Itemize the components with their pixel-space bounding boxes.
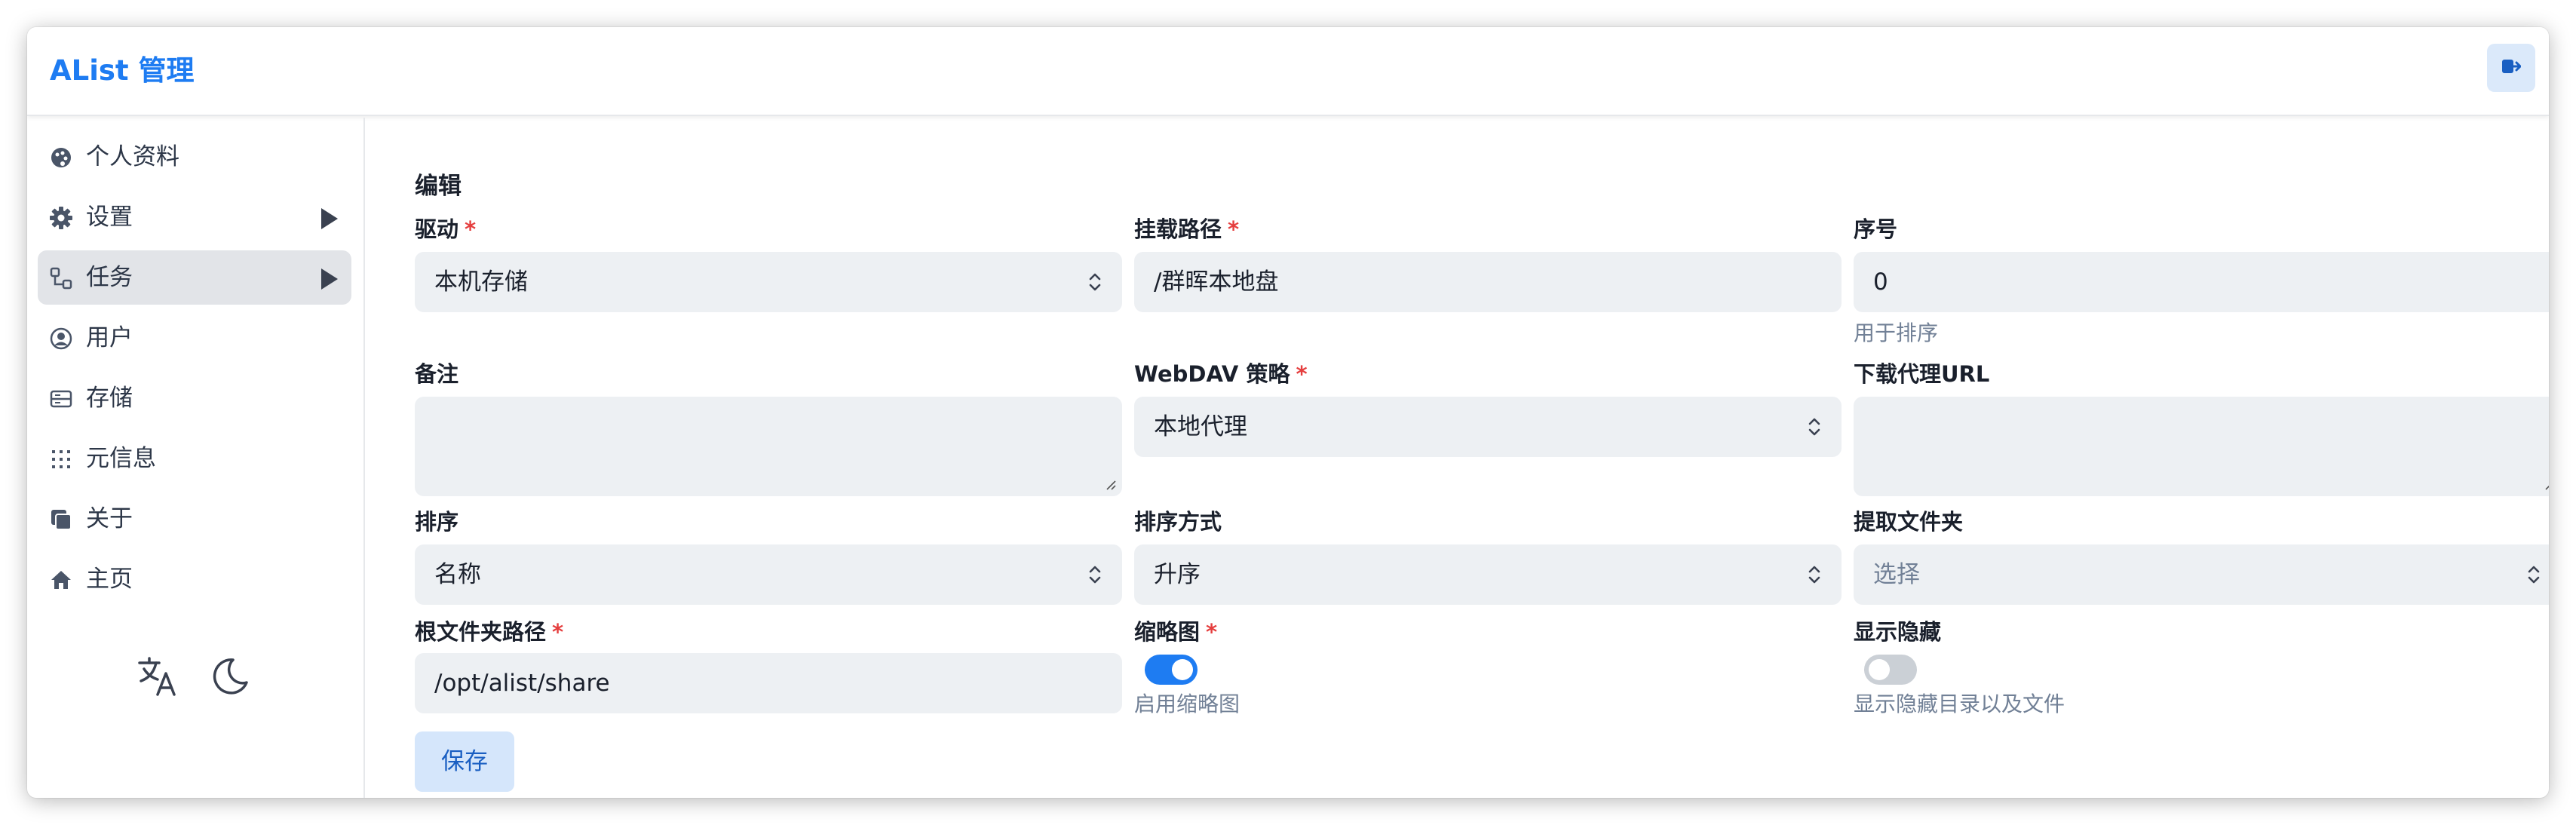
mount-path-input[interactable]: /群晖本地盘 — [1134, 252, 1842, 312]
app-title[interactable]: AList 管理 — [50, 50, 195, 92]
expand-arrow-icon — [321, 268, 338, 290]
translate-icon[interactable] — [134, 653, 181, 700]
sidebar-tools — [27, 653, 365, 706]
root-folder-path-label: 根文件夹路径 * — [415, 619, 564, 645]
remark-textarea[interactable] — [415, 397, 1122, 496]
toggle-knob — [1172, 659, 1193, 680]
sidebar-item-label: 主页 — [86, 566, 133, 593]
logout-icon — [2501, 58, 2522, 78]
thumbnail-help: 启用缩略图 — [1134, 692, 1240, 716]
download-proxy-url-label: 下载代理URL — [1854, 361, 1990, 387]
storage-icon — [50, 388, 72, 410]
driver-label: 驱动 * — [415, 216, 477, 242]
order-help: 用于排序 — [1854, 320, 1939, 345]
app-window: AList 管理 个人资料 设置 任务 用户 存储 元信息 关于 主页 编辑 驱… — [27, 27, 2549, 798]
download-proxy-url-textarea[interactable] — [1854, 397, 2549, 496]
user-icon — [50, 327, 72, 350]
select-arrows-icon — [1808, 566, 1820, 584]
order-label: 序号 — [1854, 216, 1898, 242]
sidebar-item-settings[interactable]: 设置 — [38, 190, 351, 244]
mount-path-label: 挂载路径 * — [1134, 216, 1240, 242]
webdav-policy-label: WebDAV 策略 * — [1134, 361, 1308, 387]
logout-button[interactable] — [2487, 44, 2535, 92]
show-hidden-toggle[interactable] — [1864, 655, 1917, 685]
order-input[interactable]: 0 — [1854, 252, 2549, 312]
show-hidden-help: 显示隐藏目录以及文件 — [1854, 692, 2065, 716]
thumbnail-toggle[interactable] — [1145, 655, 1198, 685]
toggle-knob — [1869, 659, 1890, 680]
sidebar-item-label: 关于 — [86, 505, 133, 532]
meta-icon — [50, 448, 72, 471]
order-direction-label: 排序方式 — [1134, 509, 1222, 535]
webdav-policy-select[interactable]: 本地代理 — [1134, 397, 1842, 457]
extract-folder-label: 提取文件夹 — [1854, 509, 1964, 535]
sidebar: 个人资料 设置 任务 用户 存储 元信息 关于 主页 — [27, 118, 365, 798]
sidebar-item-profile[interactable]: 个人资料 — [38, 130, 351, 184]
tasks-icon — [50, 267, 72, 290]
sidebar-item-home[interactable]: 主页 — [38, 552, 351, 606]
driver-select[interactable]: 本机存储 — [415, 252, 1122, 312]
about-icon — [50, 508, 72, 531]
select-arrows-icon — [1089, 273, 1101, 291]
root-folder-path-input[interactable]: /opt/alist/share — [415, 653, 1122, 713]
select-arrows-icon — [2528, 566, 2540, 584]
sidebar-item-meta[interactable]: 元信息 — [38, 431, 351, 486]
gear-icon — [50, 207, 72, 229]
select-arrows-icon — [1089, 566, 1101, 584]
sidebar-item-label: 存储 — [86, 385, 133, 412]
thumbnail-label: 缩略图 * — [1134, 619, 1218, 645]
show-hidden-label: 显示隐藏 — [1854, 619, 1942, 645]
dark-mode-icon[interactable] — [207, 653, 253, 700]
expand-arrow-icon — [321, 208, 338, 229]
form-title: 编辑 — [415, 173, 462, 200]
resize-grip-icon[interactable] — [2544, 480, 2549, 490]
home-icon — [50, 569, 72, 591]
sidebar-item-label: 任务 — [86, 264, 133, 291]
order-by-label: 排序 — [415, 509, 459, 535]
extract-folder-select[interactable]: 选择 — [1854, 544, 2549, 605]
sidebar-item-storage[interactable]: 存储 — [38, 371, 351, 425]
edit-form: 编辑 驱动 * 本机存储 挂载路径 * /群晖本地盘 序号 0 用于排序 备注 We… — [366, 118, 2549, 798]
remark-label: 备注 — [415, 361, 459, 387]
sidebar-item-users[interactable]: 用户 — [38, 311, 351, 365]
save-button[interactable]: 保存 — [415, 731, 514, 792]
top-header: AList 管理 — [27, 27, 2549, 116]
sidebar-item-label: 用户 — [86, 324, 133, 351]
order-by-select[interactable]: 名称 — [415, 544, 1122, 605]
select-arrows-icon — [1808, 418, 1820, 436]
sidebar-item-label: 元信息 — [86, 445, 156, 472]
profile-icon — [50, 146, 72, 169]
sidebar-item-tasks[interactable]: 任务 — [38, 250, 351, 305]
sidebar-item-about[interactable]: 关于 — [38, 492, 351, 546]
sidebar-item-label: 设置 — [86, 204, 133, 231]
sidebar-item-label: 个人资料 — [86, 143, 179, 170]
order-direction-select[interactable]: 升序 — [1134, 544, 1842, 605]
resize-grip-icon[interactable] — [1106, 480, 1116, 490]
